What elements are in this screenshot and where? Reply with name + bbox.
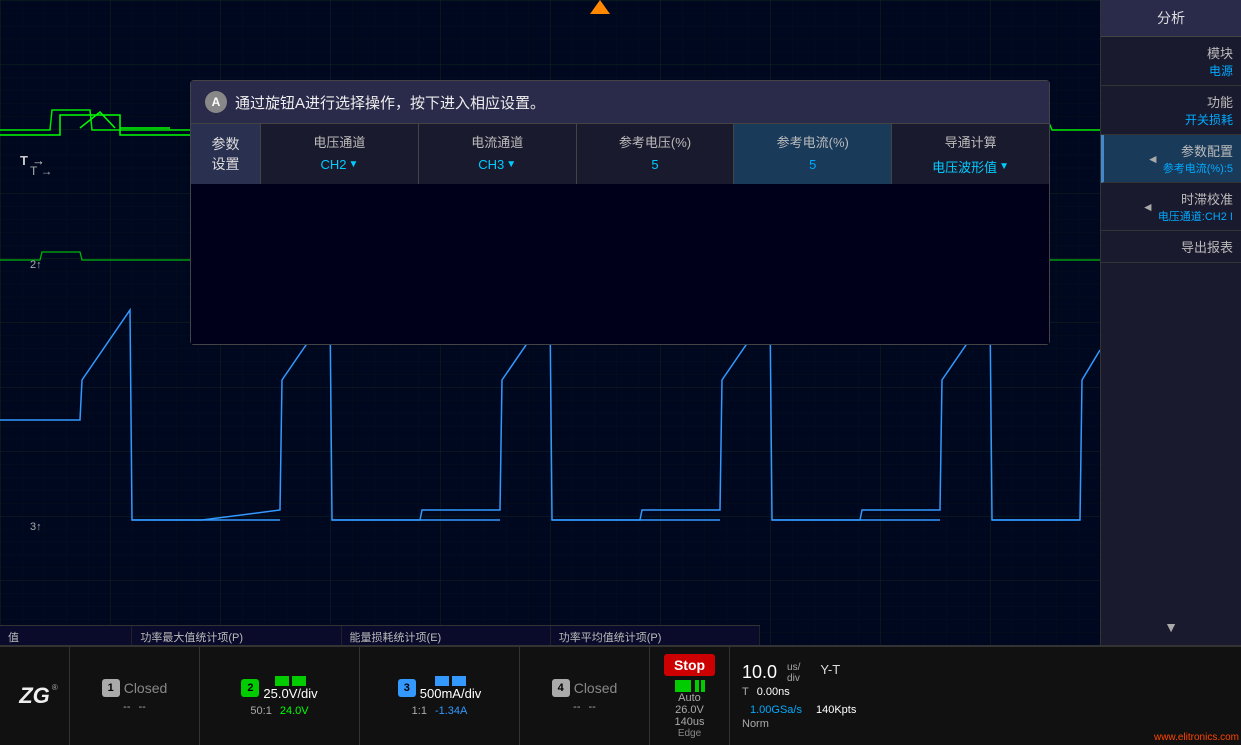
dialog-waveform-area <box>191 184 1049 344</box>
dialog-col-ref-voltage-title: 参考电压(%) <box>589 132 722 151</box>
ch4-bottom: -- -- <box>573 701 596 713</box>
sidebar-time-sub: 电压通道:CH2 I <box>1158 208 1233 224</box>
ch3-offset: -1.34A <box>435 705 467 717</box>
ch3-indicator-2 <box>452 676 466 686</box>
trigger-info: Auto 26.0V 140us <box>675 692 705 728</box>
param-config-arrow: ◄ <box>1147 152 1159 166</box>
stop-button[interactable]: Stop <box>664 654 715 676</box>
trigger-ch-lines <box>695 680 705 692</box>
sidebar-export-label: 导出报表 <box>1109 237 1233 256</box>
trigger-ch-indicator <box>675 680 705 692</box>
ch4-status[interactable]: 4 Closed -- -- <box>520 647 650 745</box>
ch2-status[interactable]: 2 25.0V/div 50:1 24.0V <box>200 647 360 745</box>
ch3-divval: 500mA/div <box>420 686 481 701</box>
ch2-divval: 25.0V/div <box>263 686 317 701</box>
sidebar-time-label: 时滞校准 <box>1158 189 1233 208</box>
norm-label: Norm <box>742 718 769 730</box>
ch2-indicator <box>275 676 289 686</box>
dialog-col-ref-voltage-value: 5 <box>589 157 722 172</box>
dialog-col-voltage-value: CH2 ▼ <box>273 157 406 172</box>
dialog-col-ref-voltage[interactable]: 参考电压(%) 5 <box>577 124 735 184</box>
dialog-columns: 电压通道 CH2 ▼ 电流通道 CH3 ▼ 参考电压(%) 5 <box>261 124 1049 184</box>
ch3-status[interactable]: 3 500mA/div 1:1 -1.34A <box>360 647 520 745</box>
dialog-col-voltage-ch[interactable]: 电压通道 CH2 ▼ <box>261 124 419 184</box>
dialog-col-ref-current-value: 5 <box>746 157 879 172</box>
svg-text:3↑: 3↑ <box>30 521 42 533</box>
trigger-area: Stop Auto 26.0V 140us Edge <box>650 647 730 745</box>
offset-label: T <box>742 686 749 698</box>
ch3-num: 3 <box>398 679 416 697</box>
svg-text:2↑: 2↑ <box>30 259 42 271</box>
time-div-unit: us/div <box>787 662 800 684</box>
sidebar-expand-arrow[interactable]: ▼ <box>1101 611 1241 645</box>
sidebar-section-module[interactable]: 模块 电源 <box>1101 37 1241 86</box>
dropdown-arrow-2: ▼ <box>506 159 516 170</box>
dropdown-arrow-1: ▼ <box>348 159 358 170</box>
watermark: www.elitronics.com <box>1154 732 1239 743</box>
sidebar-function-sub: 开关损耗 <box>1109 111 1233 128</box>
ch2-indicator-2 <box>292 676 306 686</box>
dialog-col-conduction-value: 电压波形值 ▼ <box>904 157 1037 176</box>
dialog-col-current-value: CH3 ▼ <box>431 157 564 172</box>
param-dialog: A 通过旋钮A进行选择操作，按下进入相应设置。 参数设置 电压通道 CH2 ▼ … <box>190 80 1050 345</box>
ch2-ratio: 50:1 <box>250 705 271 717</box>
trigger-edge: Edge <box>678 728 701 739</box>
dialog-col-conduction[interactable]: 导通计算 电压波形值 ▼ <box>892 124 1049 184</box>
status-bar: ZG ® 1 Closed -- -- 2 25.0V/div 50:1 <box>0 645 1241 745</box>
logo-registered: ® <box>52 683 58 692</box>
mem-val: 140Kpts <box>816 704 856 716</box>
ch1-num: 1 <box>102 679 120 697</box>
sidebar: 分析 模块 电源 功能 开关损耗 ◄ 参数配置 参考电流(%):5 ◄ 时滞校准… <box>1100 0 1241 645</box>
time-div-val: 10.0 <box>742 662 777 684</box>
ch3-indicator <box>435 676 449 686</box>
dialog-params-table: 参数设置 电压通道 CH2 ▼ 电流通道 CH3 ▼ 参考电压(%) <box>191 124 1049 184</box>
dialog-icon: A <box>205 91 227 113</box>
right-status: 10.0 us/div Y-T T 0.00ns 1.00GSa/s 140Kp… <box>730 647 868 745</box>
sidebar-section-export[interactable]: 导出报表 <box>1101 231 1241 263</box>
ch4-num: 4 <box>552 679 570 697</box>
dialog-col-current-ch[interactable]: 电流通道 CH3 ▼ <box>419 124 577 184</box>
dialog-title-bar: A 通过旋钮A进行选择操作，按下进入相应设置。 <box>191 81 1049 124</box>
svg-text:→: → <box>32 153 45 168</box>
dialog-col-ref-current-title: 参考电流(%) <box>746 132 879 151</box>
sidebar-param-label: 参数配置 <box>1163 141 1233 160</box>
sidebar-section-time-calibrate[interactable]: ◄ 时滞校准 电压通道:CH2 I <box>1101 183 1241 231</box>
ch1-closed-label: Closed <box>124 680 168 696</box>
logo-text: ZG <box>19 683 50 708</box>
ch2-num: 2 <box>241 679 259 697</box>
logo-area: ZG ® <box>0 647 70 745</box>
sidebar-param-sub: 参考电流(%):5 <box>1163 160 1233 176</box>
ch3-bottom: 1:1 -1.34A <box>412 705 468 717</box>
sidebar-title: 分析 <box>1101 0 1241 37</box>
ch1-bottom: -- -- <box>123 701 146 713</box>
sidebar-function-label: 功能 <box>1109 92 1233 111</box>
dialog-col-current-title: 电流通道 <box>431 132 564 151</box>
dialog-col-conduction-title: 导通计算 <box>904 132 1037 151</box>
dropdown-arrow-3: ▼ <box>999 161 1009 172</box>
offset-val: 0.00ns <box>757 686 790 698</box>
dialog-title-text: 通过旋钮A进行选择操作，按下进入相应设置。 <box>235 92 545 113</box>
svg-text:T: T <box>20 153 28 168</box>
sample-rate-val: 1.00GSa/s <box>750 704 802 716</box>
mode-label: Y-T <box>820 662 840 684</box>
dialog-col-voltage-title: 电压通道 <box>273 132 406 151</box>
sidebar-section-function[interactable]: 功能 开关损耗 <box>1101 86 1241 135</box>
ch3-ratio: 1:1 <box>412 705 427 717</box>
dialog-param-label: 参数设置 <box>191 124 261 184</box>
sidebar-section-param-config[interactable]: ◄ 参数配置 参考电流(%):5 <box>1101 135 1241 183</box>
ch4-closed-label: Closed <box>574 680 618 696</box>
ch1-status[interactable]: 1 Closed -- -- <box>70 647 200 745</box>
sidebar-module-sub: 电源 <box>1109 62 1233 79</box>
sidebar-module-label: 模块 <box>1109 43 1233 62</box>
ch2-bottom: 50:1 24.0V <box>250 705 308 717</box>
ch2-offset: 24.0V <box>280 705 309 717</box>
trigger-ch-box <box>675 680 691 692</box>
time-calibrate-arrow: ◄ <box>1142 200 1154 214</box>
dialog-col-ref-current[interactable]: 参考电流(%) 5 <box>734 124 892 184</box>
